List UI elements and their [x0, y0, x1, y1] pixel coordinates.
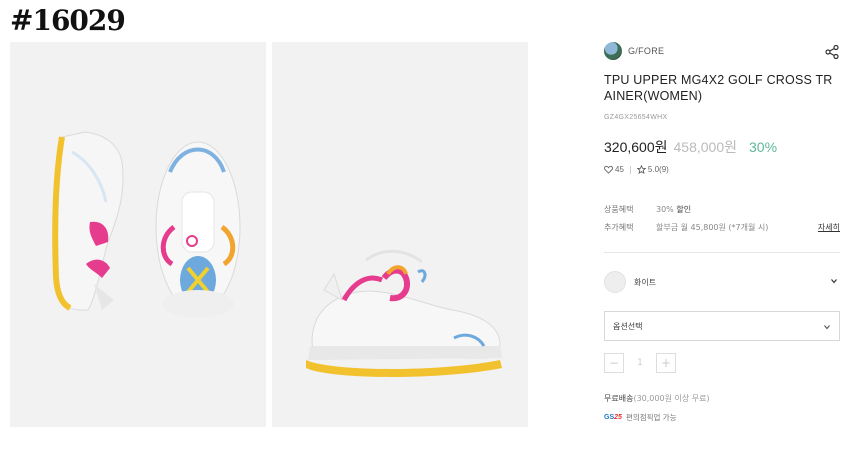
section-divider	[604, 252, 840, 253]
benefit-discount-percent: 30%	[656, 204, 674, 214]
brand-name[interactable]: G/FORE	[628, 46, 664, 56]
quantity-minus-button[interactable]: −	[604, 353, 624, 373]
product-sku: GZ4GX25654WHX	[604, 114, 668, 121]
benefit-label: 상품혜택	[604, 204, 634, 214]
pickup-text: 편의점픽업 가능	[625, 413, 677, 422]
benefits-section: 상품혜택 30% 할인 추가혜택 할부금 월 45,800원 (*7개월 시) …	[604, 200, 840, 236]
brand-logo-icon	[604, 42, 622, 60]
benefit-row-product: 상품혜택 30% 할인	[604, 200, 840, 218]
original-price: 458,000원	[673, 139, 738, 155]
option-select-placeholder: 옵션선택	[613, 321, 643, 331]
rating-score[interactable]: 5.0(9)	[648, 165, 669, 174]
gs25-logo-accent: 25	[614, 414, 622, 421]
heart-icon[interactable]	[604, 165, 613, 174]
quantity-stepper: − 1 +	[604, 353, 840, 373]
shoe-pair-illustration	[52, 131, 241, 318]
gs25-logo: GS25	[604, 414, 622, 421]
meta-row: 45 5.0(9)	[604, 165, 840, 174]
pickup-info: GS25 편의점픽업 가능	[604, 412, 840, 423]
benefit-value: 30% 할인	[656, 204, 691, 215]
price-row: 320,600원 458,000원 30%	[604, 137, 840, 157]
product-title: TPU UPPER MG4X2 GOLF CROSS TRAINER(WOMEN…	[604, 73, 833, 103]
chevron-down-icon	[824, 325, 830, 330]
shipping-text: 무료배송	[604, 394, 634, 403]
benefit-discount-text: 할인	[676, 204, 692, 214]
brand-row[interactable]: G/FORE	[604, 40, 840, 62]
product-image-main[interactable]	[10, 42, 266, 427]
sale-price: 320,600원	[604, 139, 668, 155]
benefit-label: 추가혜택	[604, 222, 634, 232]
gs25-logo-main: GS	[604, 414, 615, 421]
color-option-row[interactable]: 화이트	[604, 269, 840, 295]
chevron-down-icon[interactable]	[830, 277, 838, 285]
shoe-side-illustration	[306, 249, 502, 377]
star-icon	[636, 165, 646, 174]
benefit-detail-link[interactable]: 자세히	[818, 222, 840, 233]
option-select[interactable]: 옵션선택	[604, 311, 840, 341]
quantity-value[interactable]: 1	[624, 358, 656, 368]
share-icon[interactable]	[824, 44, 840, 60]
product-info-panel: G/FORE TPU UPPER MG4X2 GOLF CROSS TRAINE…	[604, 40, 840, 423]
like-count: 45	[615, 165, 624, 174]
benefit-row-extra: 추가혜택 할부금 월 45,800원 (*7개월 시) 자세히	[604, 218, 840, 236]
shipping-info: 무료배송(30,000원 이상 무료)	[604, 393, 840, 404]
shipping-condition: (30,000원 이상 무료)	[633, 394, 710, 403]
benefit-value: 할부금 월 45,800원 (*7개월 시)	[656, 222, 769, 232]
product-image-side[interactable]	[272, 42, 528, 427]
quantity-plus-button[interactable]: +	[656, 353, 676, 373]
discount-rate: 30%	[749, 139, 778, 155]
color-swatch[interactable]	[604, 271, 626, 293]
meta-divider	[629, 165, 631, 174]
screenshot-id: #16029	[10, 4, 126, 37]
color-name: 화이트	[634, 277, 657, 287]
